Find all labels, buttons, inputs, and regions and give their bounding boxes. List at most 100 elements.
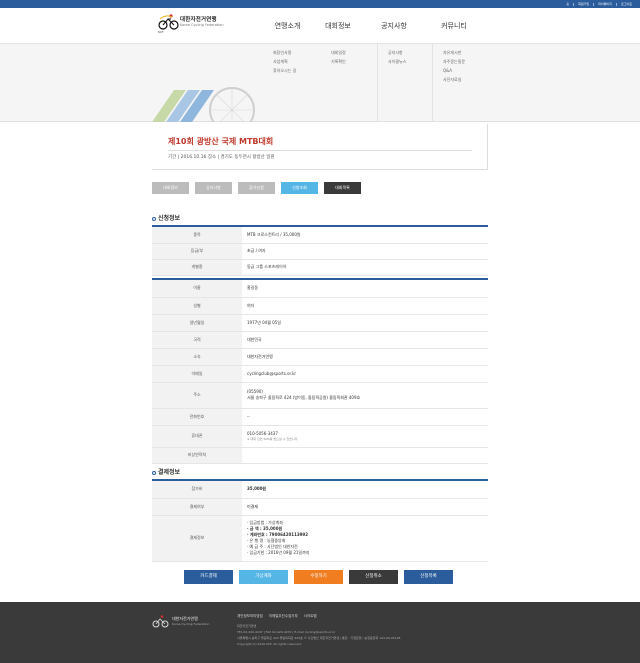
tab-event-list[interactable]: 대회목록 (324, 182, 361, 194)
event-meta: 기간 | 2016.10.16 장소 | 경기도 동두천시 왕방산 일원 (168, 155, 275, 160)
footer-info: 대한자전거연맹 TEL 02-420-4247 | FAX 02-420-427… (237, 624, 400, 646)
footer-link-email-policy[interactable]: 이메일무단수집거부 (269, 614, 298, 619)
tab-application-lookup[interactable]: 신청조회 (281, 182, 318, 194)
edit-button[interactable]: 수정하기 (294, 570, 343, 584)
application-list-button[interactable]: 신청목록 (404, 570, 453, 584)
footer-info-line: 대한자전거연맹 (237, 624, 257, 628)
mobile-note: ※ 대회 관련 SMS를 받으실 수 있습니다 (247, 437, 298, 441)
row-label: 국적 (152, 331, 242, 349)
footer-logo-english-name: Korea Cycling Federation (172, 622, 210, 626)
menu-item[interactable]: 사이클뉴스 (388, 59, 406, 64)
row-value: cyclingclub@sports.or.kr (242, 365, 488, 383)
table-row: 결제정보 · 입금방법 : 가상계좌 · 금 액 : 35,000원 · 계좌번… (152, 515, 488, 562)
address-line: 서울 송파구 올림픽로 424 (방이동, 올림픽공원) 올림픽회관 409호 (247, 395, 361, 400)
table-row: 비상연락처 (152, 447, 488, 464)
payment-details: · 입금방법 : 가상계좌 · 금 액 : 35,000원 · 계좌번호 : 7… (242, 515, 488, 562)
nav-notices[interactable]: 공지사항 (366, 8, 422, 44)
footer-link-privacy[interactable]: 개인정보처리방침 (237, 614, 263, 619)
row-value: 대한민국 (242, 331, 488, 349)
menu-item[interactable]: Q&A (443, 68, 465, 73)
table-row: 주소 (05590) 서울 송파구 올림픽로 424 (방이동, 올림픽공원) … (152, 382, 488, 409)
row-label: 주소 (152, 382, 242, 409)
table-row: 휴대폰 010-5056-3437 ※ 대회 관련 SMS를 받으실 수 있습니… (152, 425, 488, 448)
cyclist-logo-icon (158, 14, 179, 30)
menu-item[interactable]: 사업계획 (273, 59, 296, 64)
table-row: 개별종 동급 그룹 스포츠레이어 (152, 259, 488, 276)
menu-item[interactable]: 자주묻는질문 (443, 59, 465, 64)
row-label: 소속 (152, 348, 242, 366)
tab-notices[interactable]: 공지사항 (195, 182, 232, 194)
virtual-account-button[interactable]: 가상계좌 (239, 570, 288, 584)
address-cell: (05590) 서울 송파구 올림픽로 424 (방이동, 올림픽공원) 올림픽… (242, 382, 488, 409)
row-value (242, 447, 488, 464)
mega-divider (432, 44, 433, 122)
row-label: 등급/부 (152, 243, 242, 260)
menu-item[interactable]: 공지사항 (388, 50, 406, 55)
table-row: 결제여부 미결제 (152, 498, 488, 516)
main-nav: 연맹소개 대회정보 공지사항 커뮤니티 (265, 8, 486, 44)
footer-info-line: Copyright (c) 2016 KCF. All rights reser… (237, 642, 302, 646)
row-label: 전화번호 (152, 408, 242, 426)
table-row: 참가비 35,000원 (152, 481, 488, 499)
table-row: 전화번호 -- (152, 408, 488, 426)
payment-status: 미결제 (242, 498, 488, 516)
divider (573, 2, 575, 6)
top-utility-bar (0, 0, 640, 8)
page-title: 제10회 광방산 국제 MTB대회 (168, 137, 274, 146)
cyclist-logo-icon (152, 615, 169, 628)
fee-value: 35,000원 (242, 481, 488, 499)
row-label: 개별종 (152, 259, 242, 276)
menu-item[interactable]: 사진자료실 (443, 77, 465, 82)
event-title-box: 제10회 광방산 국제 MTB대회 기간 | 2016.10.16 장소 | 경… (152, 124, 488, 170)
nav-about[interactable]: 연맹소개 (265, 8, 310, 44)
event-info-table: 종목 MTB 크로스컨트리 / 35,000원 등급/부 초급 / 여자 개별종… (152, 227, 488, 276)
bullet-icon (152, 216, 156, 221)
site-logo[interactable]: 대한자전거연맹 Korea Cycling Federation KCF (158, 13, 238, 35)
table-row: 종목 MTB 크로스컨트리 / 35,000원 (152, 227, 488, 244)
mega-col-community: 자유게시판 자주묻는질문 Q&A 사진자료실 (443, 50, 465, 82)
row-label: 결제여부 (152, 498, 242, 516)
footer-logo: 대한자전거연맹 Korea Cycling Federation (152, 614, 222, 632)
footer-link-sitemap[interactable]: 사이트맵 (304, 614, 317, 619)
row-label: 종목 (152, 227, 242, 244)
nav-events[interactable]: 대회정보 (310, 8, 366, 44)
row-value: 홍길동 (242, 280, 488, 298)
top-link-mypage[interactable]: 마이페이지 (598, 0, 612, 8)
logo-name: 대한자전거연맹 (180, 17, 217, 23)
mobile-cell: 010-5056-3437 ※ 대회 관련 SMS를 받으실 수 있습니다 (242, 425, 488, 448)
divider (593, 2, 595, 6)
top-links: 홈 회원가입 마이페이지 로그아웃 (566, 0, 632, 8)
table-row: 등급/부 초급 / 여자 (152, 243, 488, 260)
row-value: 초급 / 여자 (242, 243, 488, 260)
menu-item[interactable]: 찾아오시는 길 (273, 68, 296, 73)
action-buttons: 카드결제 가상계좌 수정하기 신청취소 신청목록 (184, 570, 453, 584)
section-title-payment: 결제정보 (152, 467, 180, 476)
tab-apply[interactable]: 참가신청 (238, 182, 275, 194)
nav-community[interactable]: 커뮤니티 (422, 8, 486, 44)
table-row: 소속 대한자전거연맹 (152, 348, 488, 366)
top-link-home[interactable]: 홈 (566, 0, 569, 8)
menu-item[interactable]: 대회일정 (331, 50, 346, 55)
row-label: 이름 (152, 280, 242, 298)
row-value: MTB 크로스컨트리 / 35,000원 (242, 227, 488, 244)
payment-detail-line: · 입금기한 : 2016년 09월 21일까지 (247, 550, 310, 555)
section-label: 결제정보 (158, 469, 181, 476)
decorative-wheel-illustration (152, 87, 255, 122)
top-link-logout[interactable]: 로그아웃 (621, 0, 632, 8)
table-row: 국적 대한민국 (152, 331, 488, 349)
row-value: -- (242, 408, 488, 426)
menu-item[interactable]: 기록확인 (331, 59, 346, 64)
cancel-application-button[interactable]: 신청취소 (349, 570, 398, 584)
card-payment-button[interactable]: 카드결제 (184, 570, 233, 584)
row-label: 이메일 (152, 365, 242, 383)
footer-info-line: TEL 02-420-4247 | FAX 02-420-4270 | E-ma… (237, 630, 336, 634)
section-label: 신청정보 (158, 215, 181, 222)
menu-item[interactable]: 자유게시판 (443, 50, 465, 55)
row-label: 휴대폰 (152, 425, 242, 448)
bullet-icon (152, 470, 156, 475)
top-link-join[interactable]: 회원가입 (578, 0, 589, 8)
tab-event-info[interactable]: 대회정보 (152, 182, 189, 194)
mega-col-events: 대회일정 기록확인 (331, 50, 346, 64)
menu-item[interactable]: 회장인사말 (273, 50, 296, 55)
row-label: 결제정보 (152, 515, 242, 562)
